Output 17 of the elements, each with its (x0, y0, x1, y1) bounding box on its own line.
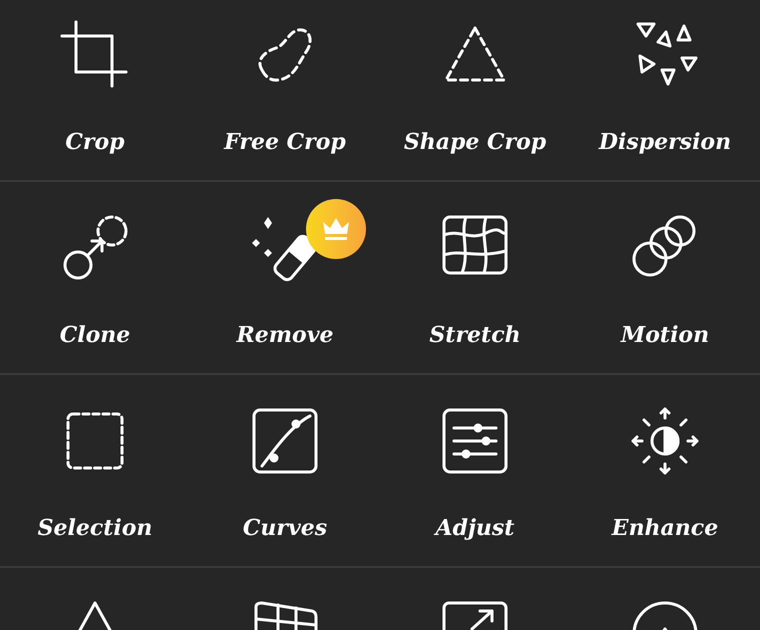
tool-label[interactable]: Dispersion (598, 126, 732, 158)
brightness-icon (630, 406, 700, 476)
tool-label[interactable]: Selection (38, 512, 152, 544)
tool-label[interactable]: Enhance (612, 512, 718, 544)
sliders-icon (440, 406, 510, 476)
tool-label[interactable]: Remove (236, 319, 334, 351)
crown-icon (321, 216, 351, 242)
tool-label[interactable]: Adjust (436, 512, 514, 544)
tool-label[interactable]: Crop (65, 126, 125, 158)
crop-icon (60, 20, 130, 90)
curve-icon (250, 406, 320, 476)
tool-label[interactable]: Shape Crop (404, 126, 546, 158)
tool-label[interactable]: Curves (242, 512, 328, 544)
tool-label[interactable]: Free Crop (224, 126, 346, 158)
tool-label[interactable]: Stretch (429, 319, 521, 351)
tool-label[interactable]: Clone (60, 319, 130, 351)
tool-label[interactable]: Motion (620, 319, 710, 351)
